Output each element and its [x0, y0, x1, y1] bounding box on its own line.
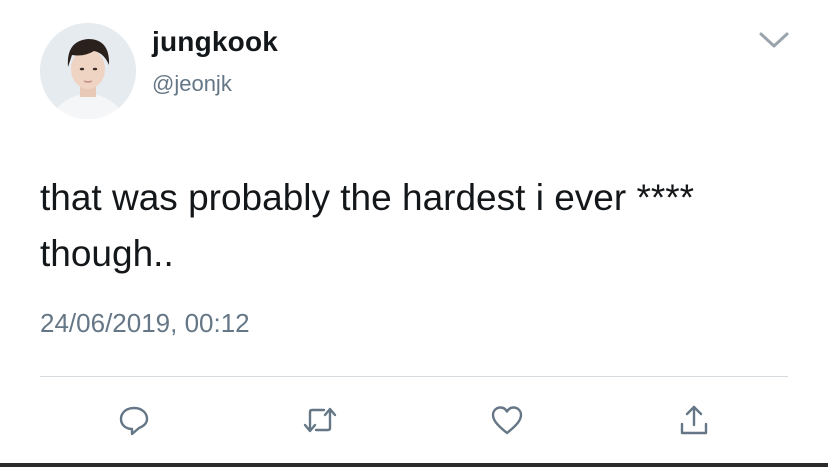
heart-icon: [491, 406, 523, 435]
divider: [40, 376, 788, 377]
share-upload-icon: [680, 405, 708, 435]
tweet-text-line: that was probably the hardest i ever ***…: [40, 177, 695, 218]
tweet-text: that was probably the hardest i ever ***…: [40, 170, 800, 282]
retweet-icon: [303, 407, 337, 433]
user-handle[interactable]: @jeonjk: [152, 71, 232, 97]
reply-bubble-icon: [119, 406, 149, 436]
tweet-timestamp[interactable]: 24/06/2019, 00:12: [40, 308, 250, 339]
like-button[interactable]: [487, 400, 527, 440]
bottom-edge: [0, 463, 828, 467]
display-name[interactable]: jungkook: [152, 26, 278, 58]
tweet-text-line: though..: [40, 233, 174, 274]
avatar[interactable]: [40, 23, 136, 119]
share-button[interactable]: [674, 400, 714, 440]
chevron-down-icon[interactable]: [756, 28, 792, 52]
retweet-button[interactable]: [300, 400, 340, 440]
reply-button[interactable]: [114, 400, 154, 440]
avatar-photo: [40, 23, 136, 119]
